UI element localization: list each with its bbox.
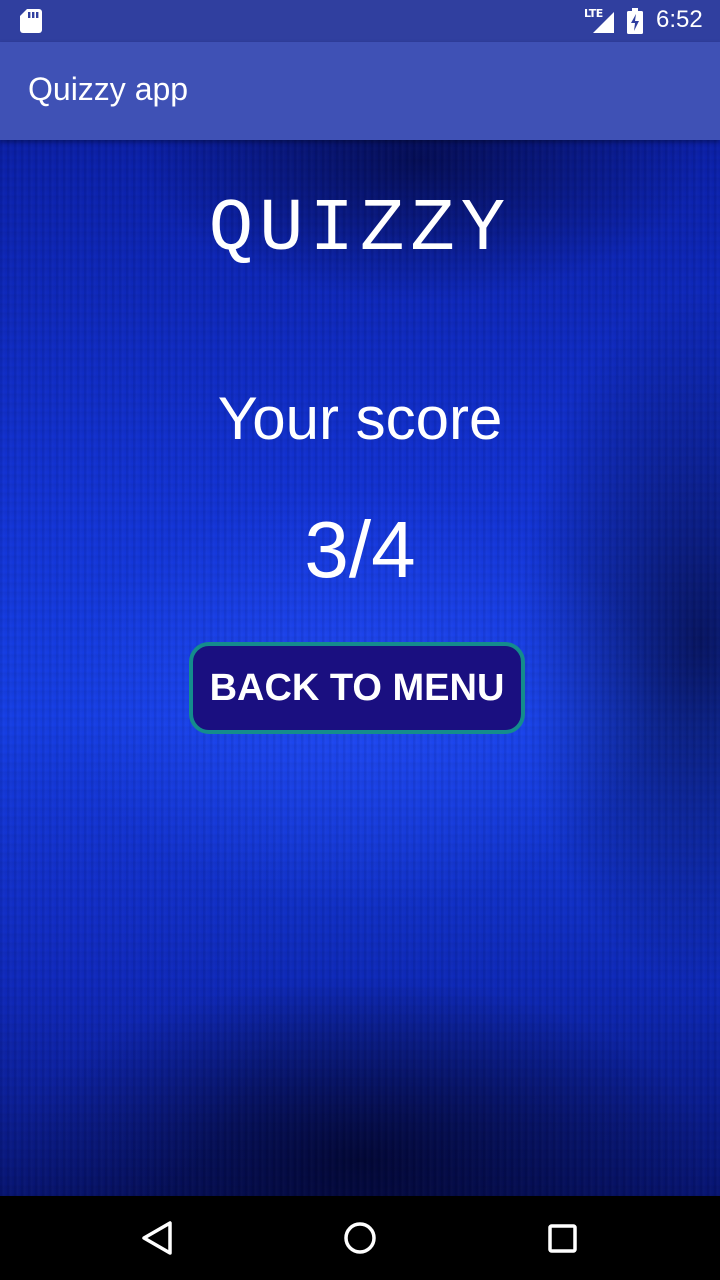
app-bar: Quizzy app [0,42,720,140]
back-to-menu-button[interactable]: BACK TO MENU [189,642,525,734]
status-bar: LTE 6:52 [0,0,720,42]
app-title: Quizzy app [28,71,189,107]
score-label: Your score [217,385,503,452]
status-time: 6:52 [656,6,703,33]
battery-charging-icon [627,8,643,34]
score-value: 3/4 [304,505,416,594]
logo-title: QUIZZY [208,188,512,272]
lte-signal-icon [593,12,614,33]
recents-icon[interactable] [538,1214,586,1262]
navigation-bar [0,1196,720,1280]
sd-card-icon [20,9,42,33]
screen: LTE 6:52 Quizzy app QUIZZY Your score 3/… [0,0,720,1280]
result-panel: QUIZZY Your score 3/4 BACK TO MENU [0,140,720,1196]
back-icon[interactable] [134,1214,182,1262]
home-icon[interactable] [336,1214,384,1262]
